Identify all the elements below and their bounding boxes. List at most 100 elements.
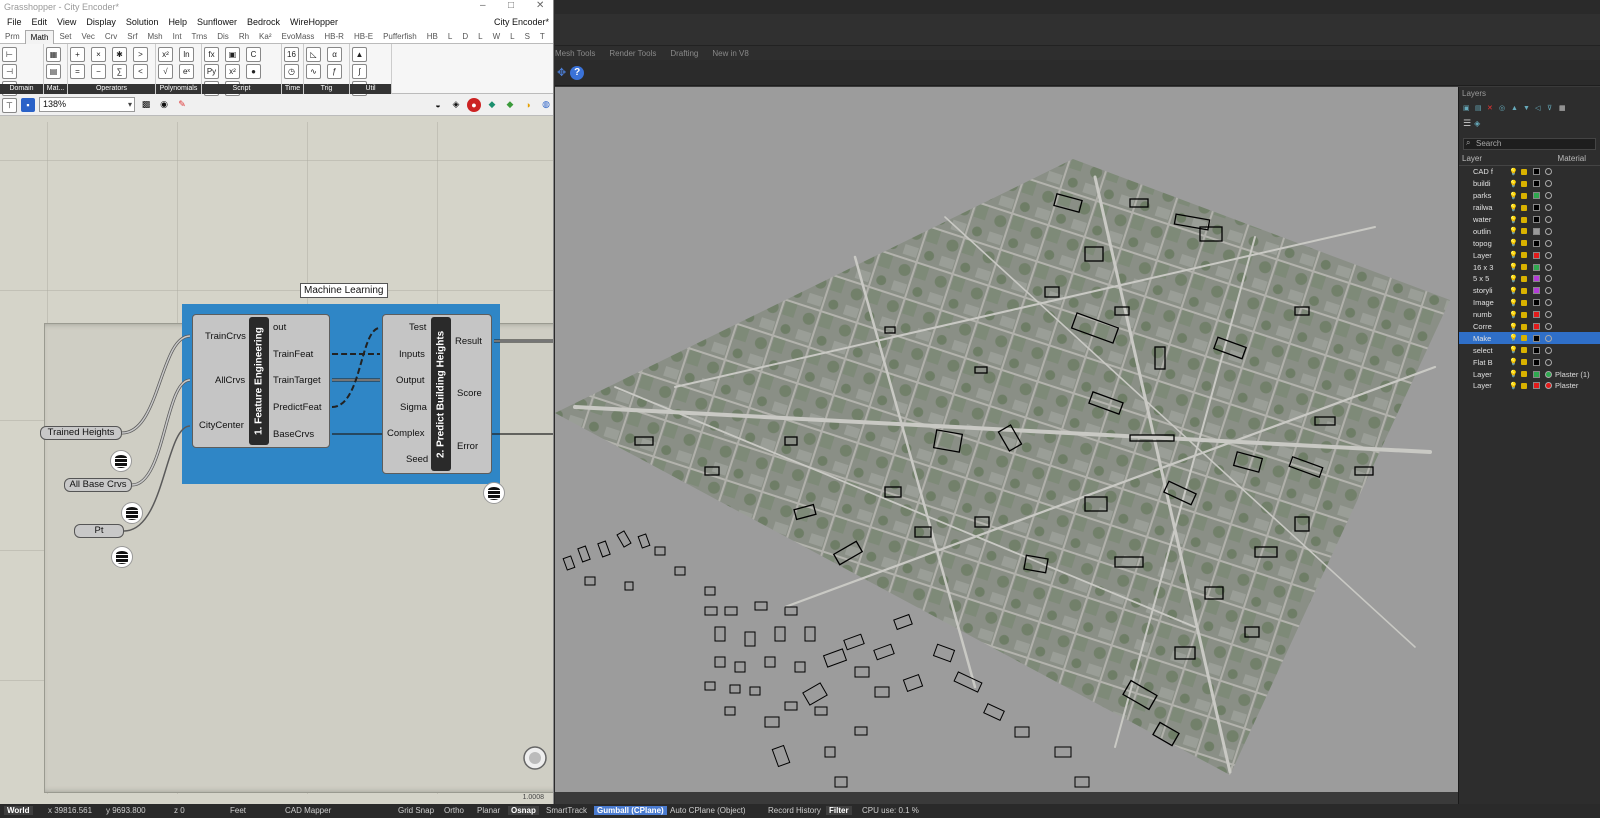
layer-row[interactable]: Layer 💡 Plaster [1459,380,1600,392]
smarttrack-toggle[interactable]: SmartTrack [546,806,587,815]
data-icon[interactable] [111,546,133,568]
tools-icon[interactable]: ◈ [1474,119,1480,128]
lock-icon[interactable] [1521,228,1527,235]
python-icon[interactable]: Py [204,64,219,79]
lightbulb-icon[interactable]: 💡 [1509,216,1518,224]
mesh-settings-icon[interactable]: ◆ [485,98,499,112]
material-icon[interactable] [1545,227,1552,235]
input-test[interactable]: Test [409,322,426,333]
layer-color-swatch[interactable] [1533,180,1540,188]
pt-param[interactable]: Pt [74,524,124,538]
lock-icon[interactable] [1521,216,1527,223]
angle-icon[interactable]: α [327,47,342,62]
input-complex[interactable]: Complex [387,428,425,439]
menu-solution[interactable]: Solution [121,17,164,27]
layer-color-swatch[interactable] [1533,346,1540,354]
layer-row[interactable]: railwa 💡 [1459,202,1600,214]
material-icon[interactable] [1545,323,1552,331]
layer-name[interactable]: Layer [1473,381,1497,390]
material-icon[interactable] [1545,346,1552,354]
input-sigma[interactable]: Sigma [400,402,427,413]
tab-evomass[interactable]: EvoMass [277,32,320,41]
lock-icon[interactable] [1521,347,1527,354]
layer-name[interactable]: topog [1473,239,1497,248]
lightbulb-icon[interactable]: 💡 [1509,168,1518,176]
move-up-icon[interactable]: ▲ [1511,104,1520,113]
clock-icon[interactable]: ◷ [284,64,299,79]
data-icon[interactable] [483,482,505,504]
auto-cplane-toggle[interactable]: Auto CPlane (Object) [670,806,746,815]
material-icon[interactable] [1545,358,1552,366]
material-icon[interactable] [1545,180,1552,188]
filter-icon[interactable]: ⊽ [1547,104,1556,113]
layer-row[interactable]: numb 💡 [1459,309,1600,321]
triangle-icon[interactable]: ◺ [306,47,321,62]
lightbulb-icon[interactable]: 💡 [1509,204,1518,212]
evaluate-icon[interactable]: x² [225,64,240,79]
layer-row[interactable]: parks 💡 [1459,190,1600,202]
output-predictfeat[interactable]: PredictFeat [273,402,322,413]
tab-pufferfish[interactable]: Pufferfish [378,32,422,41]
layer-name[interactable]: 5 x 5 [1473,274,1497,283]
material-icon[interactable] [1545,239,1552,247]
move-down-icon[interactable]: ▼ [1523,104,1532,113]
material-icon[interactable] [1545,334,1552,342]
matrix-display-icon[interactable]: ▤ [46,64,61,79]
tab-new-in-v8[interactable]: New in V8 [712,49,748,58]
greater-than-icon[interactable]: > [133,47,148,62]
grid-snap-toggle[interactable]: Grid Snap [398,806,434,815]
grasshopper-canvas[interactable]: Machine Learning TrainCrvs AllCrvs CityC… [0,122,553,794]
zoom-select[interactable]: 138% [39,97,135,112]
layer-color-swatch[interactable] [1533,334,1540,342]
lightbulb-icon[interactable]: 💡 [1509,334,1518,342]
tab-trns[interactable]: Trns [187,32,213,41]
tab-d[interactable]: D [457,32,473,41]
tab-math[interactable]: Math [24,29,55,44]
lock-icon[interactable] [1521,323,1527,330]
tab-prm[interactable]: Prm [0,32,25,41]
column-layer[interactable]: Layer [1462,154,1482,165]
cplane-world[interactable]: World [4,806,33,815]
material-icon[interactable] [1545,192,1552,200]
smaller-than-icon[interactable]: < [133,64,148,79]
layer-row[interactable]: Image 💡 [1459,297,1600,309]
layer-row[interactable]: select 💡 [1459,344,1600,356]
planar-toggle[interactable]: Planar [477,806,500,815]
output-error[interactable]: Error [457,441,478,452]
layer-row[interactable]: 5 x 5 💡 [1459,273,1600,285]
power-icon[interactable]: x² [158,47,173,62]
lightbulb-icon[interactable]: 💡 [1509,299,1518,307]
layers-search-input[interactable]: Search [1463,138,1596,150]
tab-s[interactable]: S [520,32,535,41]
material-icon[interactable] [1545,382,1552,390]
tab-render-tools[interactable]: Render Tools [609,49,656,58]
lightbulb-icon[interactable]: 💡 [1509,346,1518,354]
material-icon[interactable] [1545,168,1552,176]
equals-icon[interactable]: = [70,64,85,79]
lock-icon[interactable] [1521,382,1527,389]
cosine-icon[interactable]: ƒ [327,64,342,79]
shaded-icon[interactable]: ◈ [449,98,463,112]
tab-dis[interactable]: Dis [212,32,234,41]
material-icon[interactable] [1545,263,1552,271]
material-icon[interactable] [1545,275,1552,283]
layer-name[interactable]: Flat B [1473,358,1497,367]
material-icon[interactable] [1545,216,1552,223]
output-out[interactable]: out [273,322,286,333]
duplicate-layer-icon[interactable]: ◎ [1499,104,1508,113]
layer-row[interactable]: outlin 💡 [1459,225,1600,237]
layer-name[interactable]: storyli [1473,286,1497,295]
log-icon[interactable]: ln [179,47,194,62]
layer-name[interactable]: Make [1473,334,1497,343]
input-allcrvs[interactable]: AllCrvs [215,375,245,386]
lightbulb-icon[interactable]: 💡 [1509,239,1518,247]
layer-row[interactable]: CAD f 💡 [1459,166,1600,178]
current-layer[interactable]: CAD Mapper [285,806,331,815]
lock-icon[interactable] [1521,180,1527,187]
layer-name[interactable]: CAD f [1473,167,1497,176]
layer-color-swatch[interactable] [1533,299,1540,307]
layer-name[interactable]: water [1473,215,1497,224]
domain-icon[interactable]: ⊢ [2,47,17,62]
tab-l2[interactable]: L [473,32,487,41]
input-inputs[interactable]: Inputs [399,349,425,360]
